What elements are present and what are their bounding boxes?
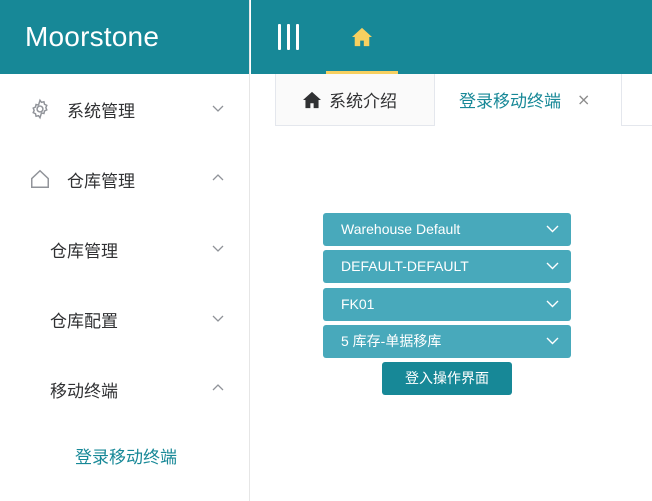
chevron-down-icon [212,105,224,112]
sidebar-item-login-mobile-terminal[interactable]: 登录移动终端 [0,420,250,490]
sidebar-item-label: 仓库管理 [50,241,118,262]
app-root: Moorstone 系统管理 仓库管理 仓库管理 仓库配置 移动终端 登录移动终… [0,0,652,501]
home-outline-icon [29,168,51,190]
chevron-down-icon [546,262,559,270]
brand-title: Moorstone [0,0,249,74]
select-value: FK01 [341,296,375,312]
home-icon [352,27,372,47]
tab-placeholder [621,74,652,126]
location-select[interactable]: FK01 [323,288,571,321]
top-header [251,0,652,74]
sidebar-item-label: 登录移动终端 [75,447,177,468]
sidebar-item-label: 仓库配置 [50,311,118,332]
tab-login-mobile-terminal[interactable]: 登录移动终端 × [435,74,621,126]
sidebar-subitem-mobile-terminal[interactable]: 移动终端 [0,354,250,424]
select-value: DEFAULT-DEFAULT [341,258,469,274]
chevron-up-icon [212,174,224,181]
chevron-down-icon [546,337,559,345]
storage-select[interactable]: DEFAULT-DEFAULT [323,250,571,283]
tab-bar: 系统介绍 登录移动终端 × [251,74,652,126]
chevron-down-icon [546,225,559,233]
sidebar-item-warehouse-management[interactable]: 仓库管理 [0,144,250,214]
operation-select[interactable]: 5 库存-单据移库 [323,325,571,358]
chevron-up-icon [212,384,224,391]
chevron-down-icon [546,300,559,308]
select-value: 5 库存-单据移库 [341,333,442,349]
sidebar-item-system-management[interactable]: 系统管理 [0,74,250,144]
tab-system-intro[interactable]: 系统介绍 [275,74,435,126]
login-operation-button[interactable]: 登入操作界面 [382,362,512,395]
tab-label: 系统介绍 [329,92,397,112]
sidebar-item-label: 仓库管理 [67,171,135,192]
chevron-down-icon [212,315,224,322]
home-icon [302,91,322,109]
warehouse-select[interactable]: Warehouse Default [323,213,571,246]
sidebar-subitem-warehouse-config[interactable]: 仓库配置 [0,284,250,354]
sidebar-subitem-warehouse-management[interactable]: 仓库管理 [0,214,250,284]
chevron-down-icon [212,245,224,252]
gear-icon [29,98,51,120]
close-icon[interactable]: × [577,91,590,108]
sidebar-item-label: 移动终端 [50,381,118,402]
header-home-button[interactable] [326,0,398,74]
tab-label: 登录移动终端 [459,92,561,112]
sidebar: Moorstone 系统管理 仓库管理 仓库管理 仓库配置 移动终端 登录移动终… [0,0,250,501]
select-value: Warehouse Default [341,221,461,237]
hamburger-icon[interactable] [278,24,300,50]
sidebar-item-label: 系统管理 [67,101,135,122]
